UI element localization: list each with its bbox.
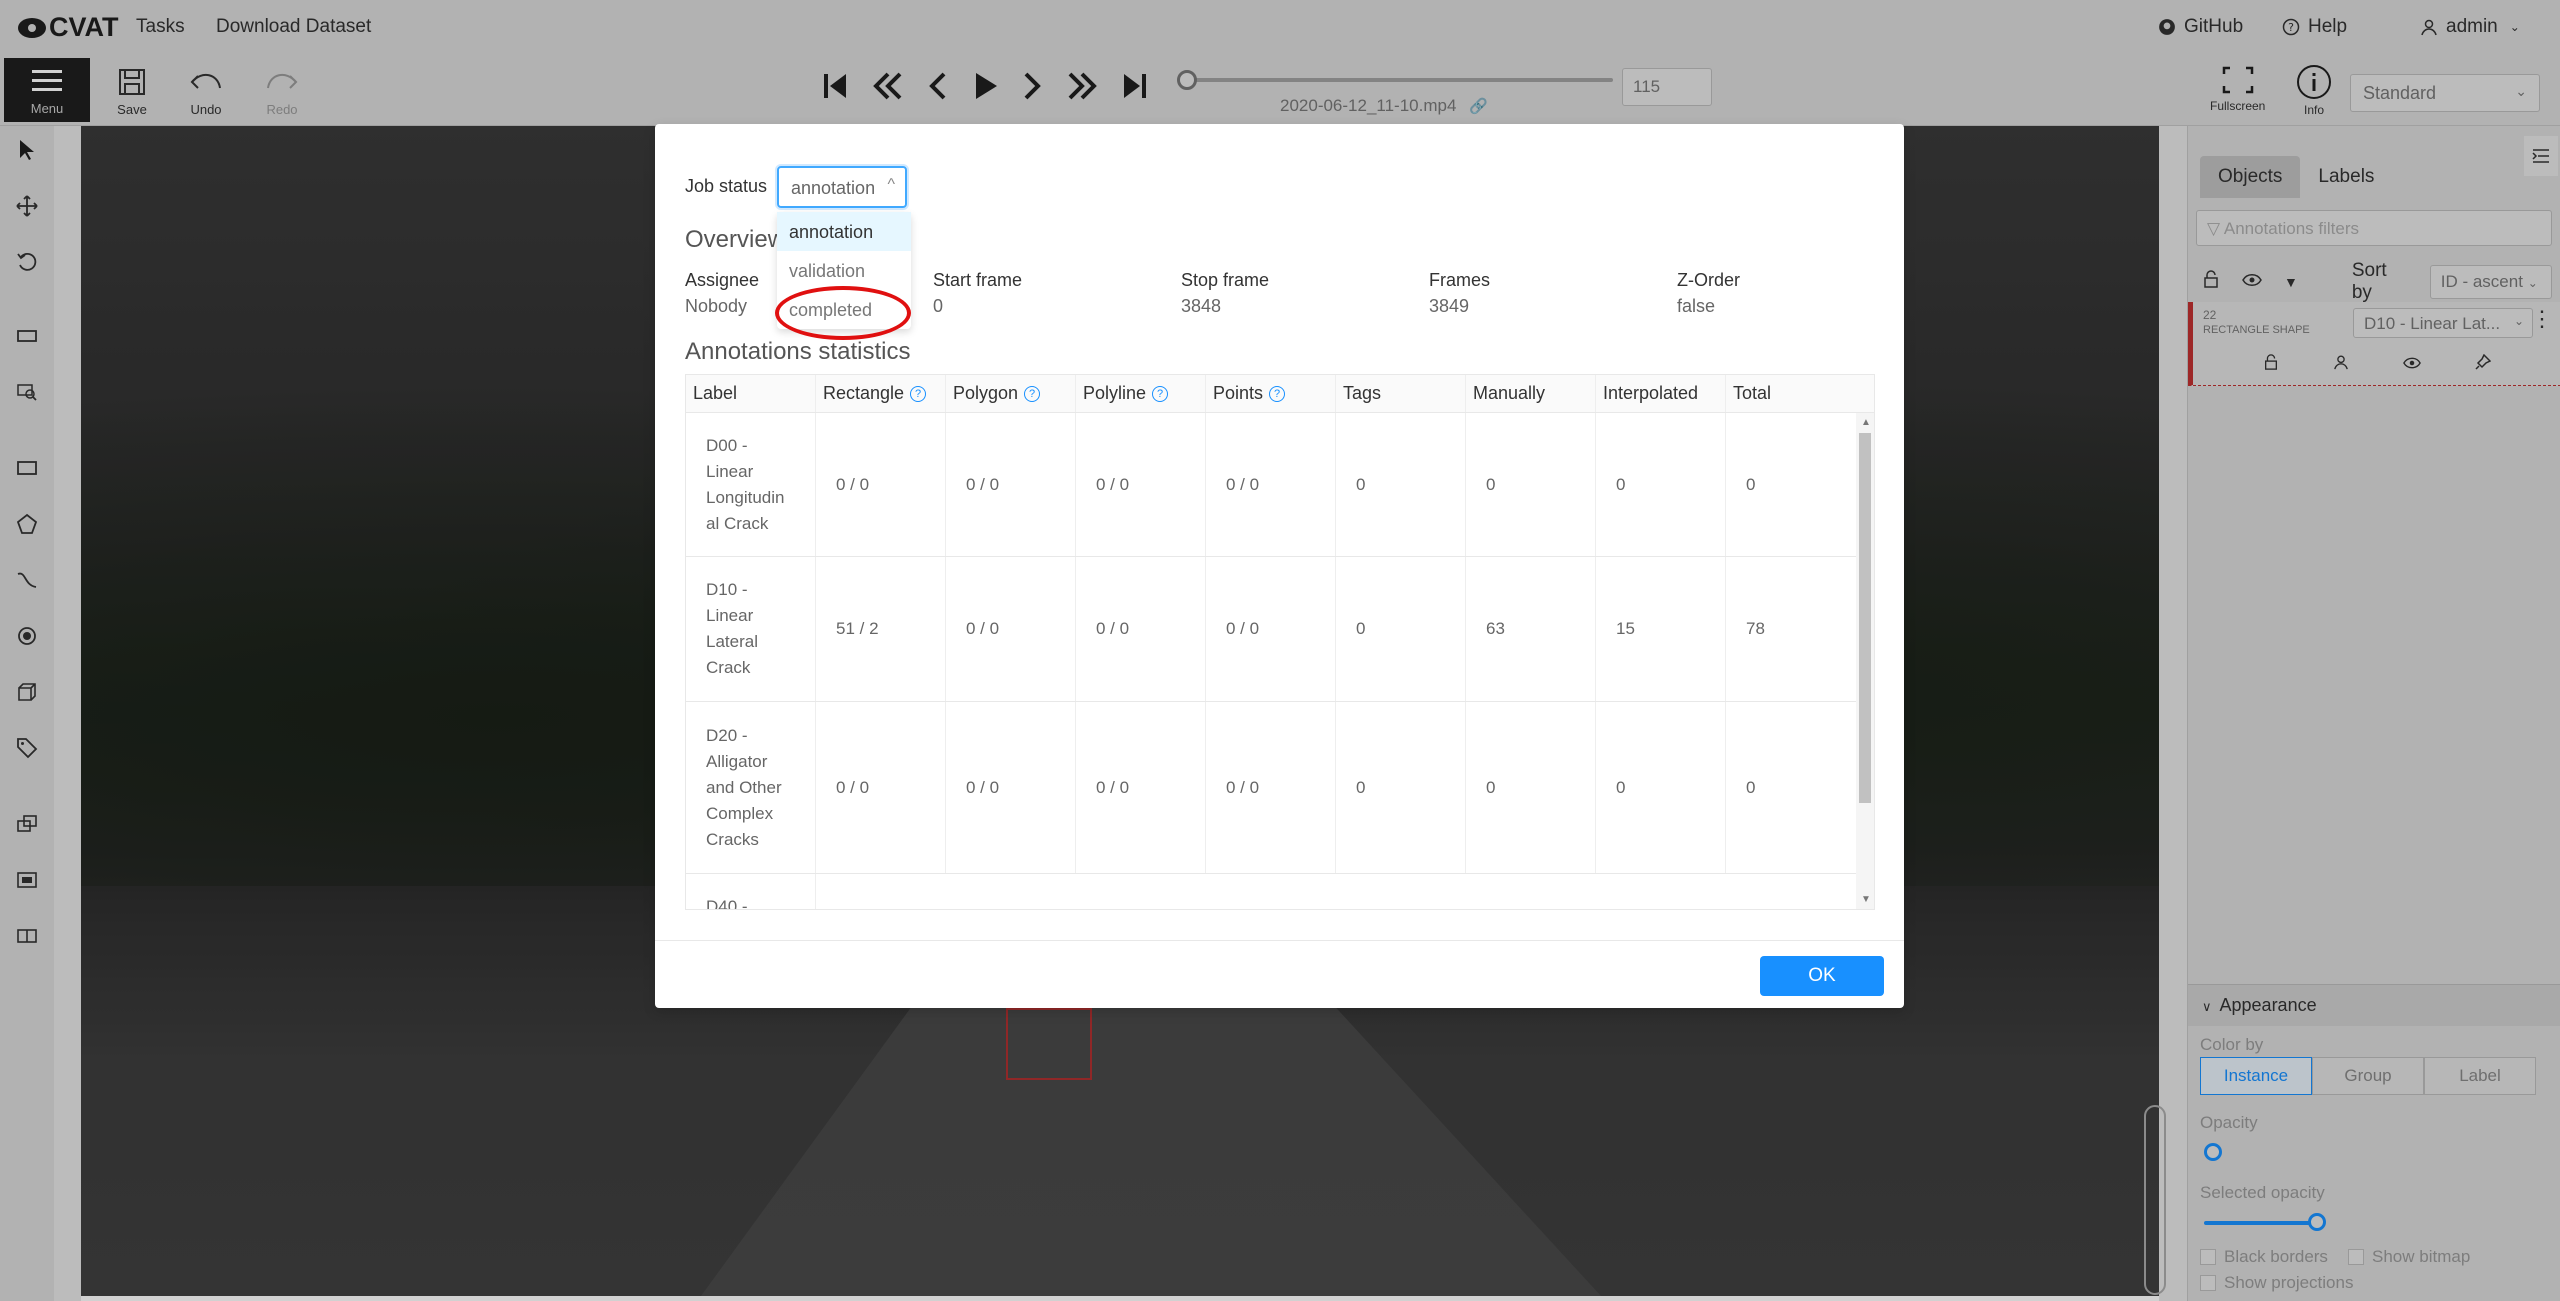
scroll-thumb[interactable] xyxy=(1859,433,1871,803)
help-icon[interactable]: ? xyxy=(910,385,927,402)
help-icon[interactable]: ? xyxy=(1024,385,1041,402)
table-row: D40 - xyxy=(686,874,1856,909)
table-body: D00 - Linear Longitudin al Crack 0 / 0 0… xyxy=(686,413,1856,909)
job-status-value: annotation xyxy=(791,178,876,198)
start-frame-label: Start frame xyxy=(933,270,1023,290)
row-label: D40 - xyxy=(686,874,816,909)
overview-title: Overview xyxy=(685,226,786,253)
start-frame-value: 0 xyxy=(933,296,944,316)
stats-title: Annotations statistics xyxy=(685,338,911,365)
scroll-down-icon[interactable]: ▼ xyxy=(1861,894,1871,905)
stop-frame-value: 3848 xyxy=(1181,296,1222,316)
assignee-value[interactable]: Nobody xyxy=(685,296,747,317)
row-label: D10 - Linear Lateral Crack xyxy=(686,557,816,701)
stop-frame-label: Stop frame xyxy=(1181,270,1270,290)
col-interpolated: Interpolated xyxy=(1596,375,1726,412)
row-label: D00 - Linear Longitudin al Crack xyxy=(686,413,816,556)
annotation-stats-table: Label Rectangle? Polygon? Polyline? Poin… xyxy=(685,374,1875,910)
col-rectangle: Rectangle? xyxy=(816,375,946,412)
col-polygon: Polygon? xyxy=(946,375,1076,412)
job-info-modal: Job status annotation ^ annotation valida… xyxy=(655,124,1904,1008)
highlight-circle xyxy=(775,286,911,340)
help-icon[interactable]: ? xyxy=(1269,385,1286,402)
col-points: Points? xyxy=(1206,375,1336,412)
table-row: D20 - Alligator and Other Complex Cracks… xyxy=(686,702,1856,874)
table-scrollbar[interactable]: ▲ ▼ xyxy=(1856,413,1874,909)
col-polyline: Polyline? xyxy=(1076,375,1206,412)
row-label: D20 - Alligator and Other Complex Cracks xyxy=(686,702,816,873)
status-option-annotation[interactable]: annotation xyxy=(777,212,911,251)
help-icon[interactable]: ? xyxy=(1152,385,1169,402)
table-row: D00 - Linear Longitudin al Crack 0 / 0 0… xyxy=(686,413,1856,557)
modal-footer-divider xyxy=(655,940,1904,941)
col-label: Label xyxy=(686,375,816,412)
job-status-select[interactable]: annotation ^ xyxy=(777,166,907,208)
assignee-label: Assignee xyxy=(685,270,760,290)
scroll-up-icon[interactable]: ▲ xyxy=(1861,417,1871,428)
ok-button[interactable]: OK xyxy=(1760,956,1884,996)
zorder-value: false xyxy=(1677,296,1716,316)
table-header: Label Rectangle? Polygon? Polyline? Poin… xyxy=(686,375,1874,413)
status-option-validation[interactable]: validation xyxy=(777,251,911,290)
frames-value: 3849 xyxy=(1429,296,1470,316)
col-total: Total xyxy=(1733,383,1772,403)
table-row: D10 - Linear Lateral Crack 51 / 2 0 / 0 … xyxy=(686,557,1856,702)
job-status-label: Job status xyxy=(685,176,768,196)
col-tags: Tags xyxy=(1336,375,1466,412)
chevron-up-icon: ^ xyxy=(887,176,895,193)
col-manually: Manually xyxy=(1466,375,1596,412)
zorder-label: Z-Order xyxy=(1677,270,1740,290)
frames-label: Frames xyxy=(1429,270,1491,290)
